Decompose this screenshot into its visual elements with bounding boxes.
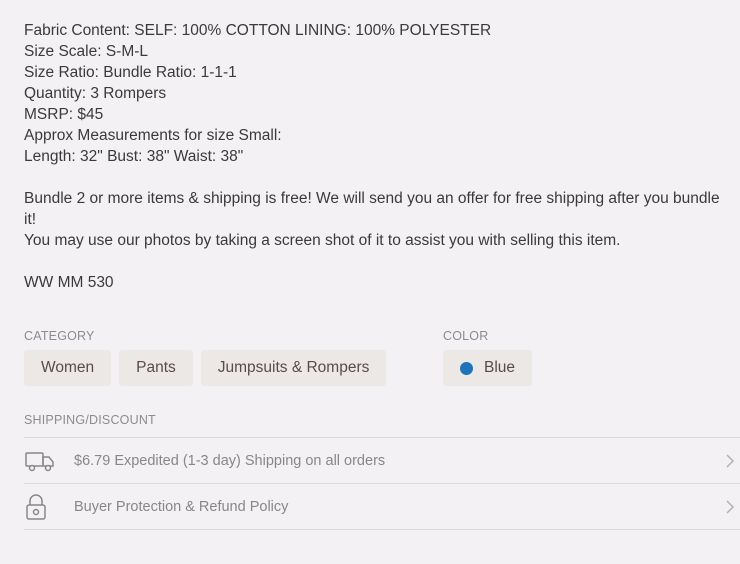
category-heading: CATEGORY xyxy=(24,329,95,343)
description-line: MSRP: $45 xyxy=(24,106,104,123)
category-chips: Women Pants Jumpsuits & Rompers xyxy=(24,350,387,386)
category-chip-jumpsuits-rompers[interactable]: Jumpsuits & Rompers xyxy=(200,350,387,386)
description-line: Fabric Content: SELF: 100% COTTON LINING… xyxy=(24,22,492,39)
buyer-protection-row[interactable]: Buyer Protection & Refund Policy xyxy=(24,483,740,530)
color-swatch xyxy=(460,361,473,375)
description-line: Size Scale: S-M-L xyxy=(24,43,149,60)
color-chip-label: Blue xyxy=(484,359,516,376)
description-line: Length: 32" Bust: 38" Waist: 38" xyxy=(24,148,244,165)
color-heading: COLOR xyxy=(443,329,489,343)
description-line: Size Ratio: Bundle Ratio: 1-1-1 xyxy=(24,64,237,81)
buyer-protection-text: Buyer Protection & Refund Policy xyxy=(74,498,289,515)
photos-text: You may use our photos by taking a scree… xyxy=(24,232,621,249)
color-chips: Blue xyxy=(443,350,533,386)
description-line: Approx Measurements for size Small: xyxy=(24,127,282,144)
listing-description: Fabric Content: SELF: 100% COTTON LINING… xyxy=(24,20,724,293)
shipping-text: $6.79 Expedited (1-3 day) Shipping on al… xyxy=(74,452,386,469)
shipping-heading: SHIPPING/DISCOUNT xyxy=(24,413,156,427)
truck-icon xyxy=(24,449,74,473)
color-chip-blue[interactable]: Blue xyxy=(443,350,533,386)
bundle-text: Bundle 2 or more items & shipping is fre… xyxy=(24,190,720,228)
category-chip-women[interactable]: Women xyxy=(24,350,112,386)
lock-icon xyxy=(24,493,74,521)
sku-text: WW MM 530 xyxy=(24,274,114,291)
category-chip-pants[interactable]: Pants xyxy=(119,350,193,386)
chevron-right-icon xyxy=(720,453,740,469)
shipping-row[interactable]: $6.79 Expedited (1-3 day) Shipping on al… xyxy=(24,437,740,483)
chevron-right-icon xyxy=(720,499,740,515)
description-line: Quantity: 3 Rompers xyxy=(24,85,167,102)
